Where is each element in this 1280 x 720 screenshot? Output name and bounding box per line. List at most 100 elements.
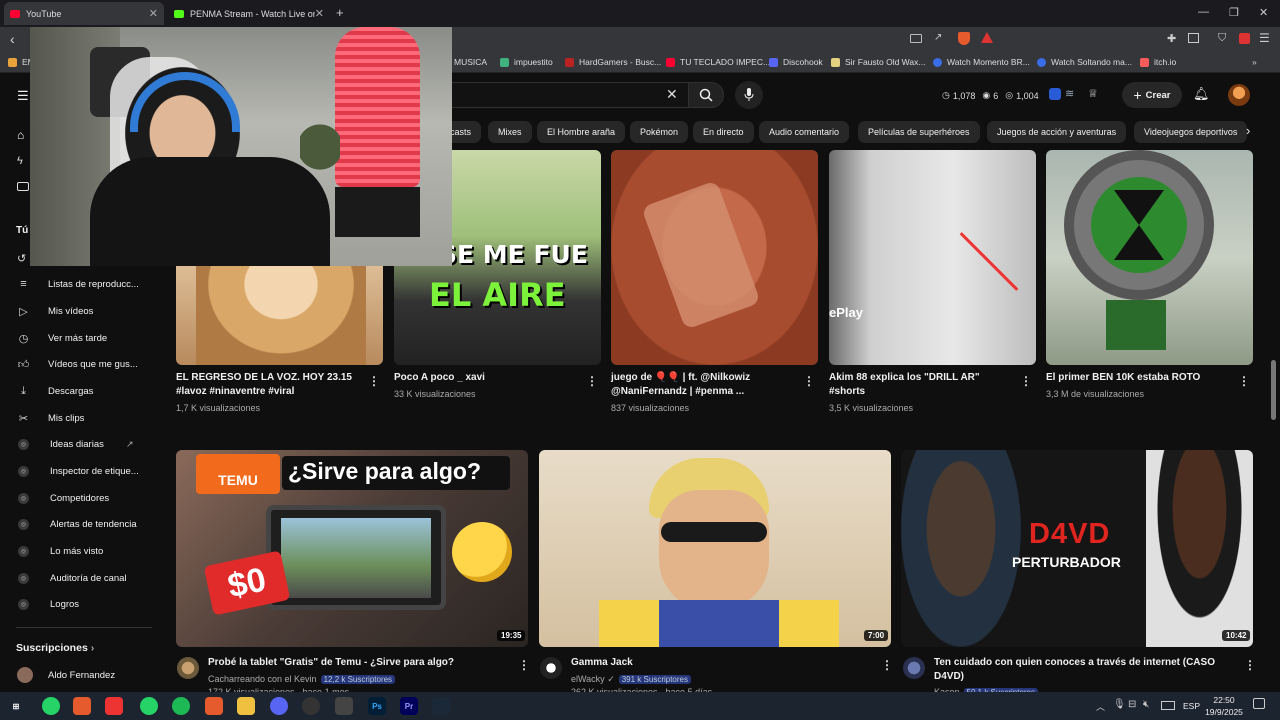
channel-avatar[interactable] — [903, 657, 925, 679]
vidiq-icon[interactable] — [1049, 88, 1061, 100]
video-thumbnail[interactable]: D4VD PERTURBADOR — [901, 450, 1253, 647]
sidebar-item-my-videos[interactable]: ▷ Mis vídeos — [0, 300, 160, 322]
page-scrollbar[interactable] — [1271, 360, 1276, 420]
more-options-icon[interactable]: ⋮ — [1238, 374, 1250, 388]
chip-en-directo[interactable]: En directo — [693, 121, 754, 143]
close-window-icon[interactable]: ✕ — [1259, 6, 1268, 19]
bookmark-item[interactable]: HardGamers - Busc... — [565, 57, 661, 67]
channel-name[interactable]: Cacharreando con el Kevin 12,2 k Suscript… — [208, 674, 396, 684]
video-title[interactable]: Akim 88 explica los "DRILL AR" #shorts — [829, 371, 1009, 399]
more-bookmarks-icon[interactable]: » — [1252, 57, 1257, 67]
video-thumbnail[interactable] — [611, 150, 818, 365]
premiere-icon[interactable]: Pr — [400, 697, 418, 715]
chip-pokemon[interactable]: Pokémon — [630, 121, 689, 143]
brave-browser-icon[interactable] — [205, 697, 223, 715]
bookmark-item[interactable]: Watch Soltando ma... — [1037, 57, 1132, 67]
keyboard-icon[interactable] — [1161, 701, 1175, 710]
share-icon[interactable]: ↗ — [934, 32, 942, 43]
sidebar-item-ideas[interactable]: ◎ Ideas diarias ↗ — [0, 433, 160, 455]
sidebar-item-most-viewed[interactable]: ◎ Lo más visto — [0, 540, 160, 562]
user-avatar[interactable] — [1228, 84, 1250, 106]
more-options-icon[interactable]: ⋮ — [881, 658, 893, 672]
chip-mixes[interactable]: Mixes — [488, 121, 532, 143]
video-thumbnail[interactable]: TEMU ¿Sirve para algo? $0 — [176, 450, 528, 647]
clear-search-icon[interactable]: ✕ — [666, 86, 678, 103]
sidebar-item-inspector[interactable]: ◎ Inspector de etique... — [0, 460, 160, 482]
close-tab-icon[interactable]: ✕ — [149, 7, 158, 20]
channel-avatar[interactable] — [540, 657, 562, 679]
chips-next-chevron-icon[interactable]: › — [1246, 123, 1250, 138]
file-explorer-icon[interactable] — [237, 697, 255, 715]
more-options-icon[interactable]: ⋮ — [1244, 658, 1256, 672]
notifications-center-icon[interactable] — [1253, 698, 1265, 709]
more-options-icon[interactable]: ⋮ — [368, 374, 380, 388]
home-icon[interactable]: ⌂ — [17, 128, 24, 142]
bookmark-item[interactable]: TU TECLADO IMPEC... — [666, 57, 770, 67]
spotify-icon[interactable] — [172, 697, 190, 715]
subscriptions-title[interactable]: Suscripciones › — [16, 642, 94, 654]
profile-icon[interactable] — [1239, 33, 1250, 44]
app-icon[interactable] — [335, 697, 353, 715]
trophy-icon[interactable]: ♕ — [1088, 87, 1098, 100]
sidebar-panel-icon[interactable] — [1188, 33, 1199, 43]
bookmark-item[interactable]: itch.io — [1140, 57, 1176, 67]
sidebar-item-clips[interactable]: ✂ Mis clips — [0, 407, 160, 429]
app-icon[interactable] — [105, 697, 123, 715]
chip-audio-comentario[interactable]: Audio comentario — [759, 121, 850, 143]
video-title[interactable]: Gamma Jack — [571, 656, 871, 670]
video-title[interactable]: Probé la tablet "Gratis" de Temu - ¿Sirv… — [208, 656, 508, 670]
notifications-bell-icon[interactable]: 🔔︎ — [1193, 86, 1210, 102]
channel-name[interactable]: elWacky ✓ 391 k Suscriptores — [571, 674, 691, 685]
sidebar-item-competitors[interactable]: ◎ Competidores — [0, 487, 160, 509]
create-button[interactable]: + Crear — [1122, 82, 1182, 108]
hamburger-menu-icon[interactable]: ☰ — [17, 88, 29, 104]
more-options-icon[interactable]: ⋮ — [803, 374, 815, 388]
discord-icon[interactable] — [270, 697, 288, 715]
restore-icon[interactable]: ❐ — [1229, 6, 1239, 19]
whatsapp-icon[interactable] — [42, 697, 60, 715]
tab-kick[interactable]: PENMA Stream - Watch Live on K ✕ — [168, 2, 330, 25]
steam-icon[interactable] — [432, 697, 450, 715]
sidebar-item-liked[interactable]: 👍︎ Vídeos que me gus... — [0, 353, 160, 375]
search-input[interactable]: ✕ — [440, 82, 688, 108]
sidebar-item-downloads[interactable]: ⤓ Descargas — [0, 380, 160, 402]
sidebar-item-watch-later[interactable]: ◷ Ver más tarde — [0, 327, 160, 349]
clock-time[interactable]: 22:50 — [1206, 695, 1242, 705]
photoshop-icon[interactable]: Ps — [368, 697, 386, 715]
network-icon[interactable]: ⊟ — [1128, 699, 1136, 710]
new-tab-button[interactable]: + — [336, 5, 344, 20]
chip-peliculas-superheroes[interactable]: Películas de superhéroes — [858, 121, 980, 143]
more-options-icon[interactable]: ⋮ — [518, 658, 530, 672]
chip-hombre-arana[interactable]: El Hombre araña — [537, 121, 626, 143]
video-title[interactable]: Poco A poco _ xavi — [394, 371, 574, 385]
clock-date[interactable]: 19/9/2025 — [1202, 707, 1246, 717]
tray-chevron-icon[interactable]: ︿ — [1096, 700, 1105, 713]
bookmark-item[interactable]: impuestito — [500, 57, 553, 67]
language-indicator[interactable]: ESP — [1183, 701, 1200, 711]
bookmark-item[interactable]: Discohook — [769, 57, 823, 67]
chip-juegos-accion[interactable]: Juegos de acción y aventuras — [987, 121, 1127, 143]
sidebar-item-playlists[interactable]: ≡ Listas de reproducc... — [0, 273, 160, 295]
sidebar-item-channel-audit[interactable]: ◎ Auditoría de canal — [0, 567, 160, 589]
search-button[interactable] — [688, 82, 724, 108]
tab-youtube[interactable]: YouTube ✕ — [4, 2, 164, 25]
channel-avatar[interactable] — [177, 657, 199, 679]
subscriptions-icon[interactable] — [17, 182, 29, 191]
back-arrow-icon[interactable]: ‹ — [10, 31, 15, 47]
brave-icon[interactable] — [73, 697, 91, 715]
video-title[interactable]: El primer BEN 10K estaba ROTO — [1046, 371, 1226, 385]
voice-search-button[interactable] — [735, 81, 763, 109]
video-thumbnail[interactable] — [539, 450, 891, 647]
sidebar-item-trend-alerts[interactable]: ◎ Alertas de tendencia — [0, 513, 160, 535]
cast-icon[interactable] — [910, 34, 922, 43]
sidebar-item-achievements[interactable]: ◎ Logros — [0, 593, 160, 615]
menu-icon[interactable]: ☰ — [1259, 31, 1270, 45]
bookmark-item[interactable]: Sir Fausto Old Wax... — [831, 57, 925, 67]
video-title[interactable]: Ten cuidado con quien conoces a través d… — [934, 656, 1224, 684]
volume-muted-icon[interactable]: 🔇︎ — [1143, 699, 1149, 710]
brave-shield-icon[interactable] — [958, 32, 970, 45]
sidebar-subscription-item[interactable]: Aldo Fernandez — [0, 664, 160, 686]
more-options-icon[interactable]: ⋮ — [1020, 374, 1032, 388]
shorts-icon[interactable]: ϟ — [17, 155, 23, 167]
video-thumbnail[interactable]: ePlay — [829, 150, 1036, 365]
